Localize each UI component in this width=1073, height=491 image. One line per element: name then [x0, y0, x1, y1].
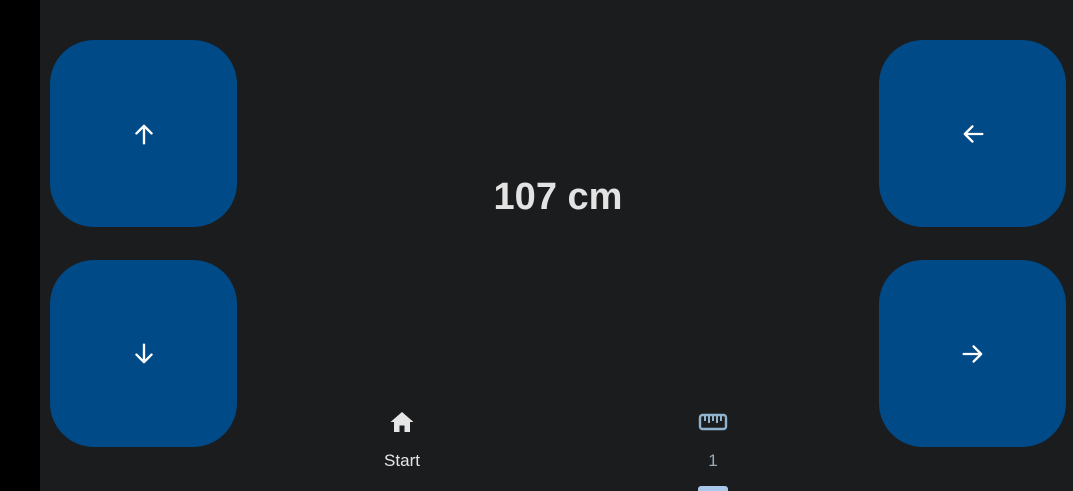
move-right-button[interactable] — [879, 260, 1066, 447]
arrow-down-icon — [134, 343, 153, 363]
nav-item-start[interactable]: Start — [342, 405, 462, 491]
arrow-up-icon — [134, 124, 153, 144]
move-left-button[interactable] — [879, 40, 1066, 227]
move-up-button[interactable] — [50, 40, 237, 227]
nav-selected-indicator — [698, 486, 728, 491]
move-down-button[interactable] — [50, 260, 237, 447]
arrow-right-icon — [962, 344, 982, 363]
home-icon — [385, 405, 419, 439]
app-screen: 107 cm Start 1 — [0, 0, 1073, 491]
nav-item-label: 1 — [708, 451, 718, 470]
distance-readout: 107 cm — [493, 176, 623, 218]
screen-edge — [0, 0, 40, 491]
nav-item-label: Start — [384, 451, 420, 470]
ruler-icon — [696, 405, 730, 439]
arrow-left-icon — [963, 124, 983, 143]
nav-item-ruler[interactable]: 1 — [653, 405, 773, 491]
